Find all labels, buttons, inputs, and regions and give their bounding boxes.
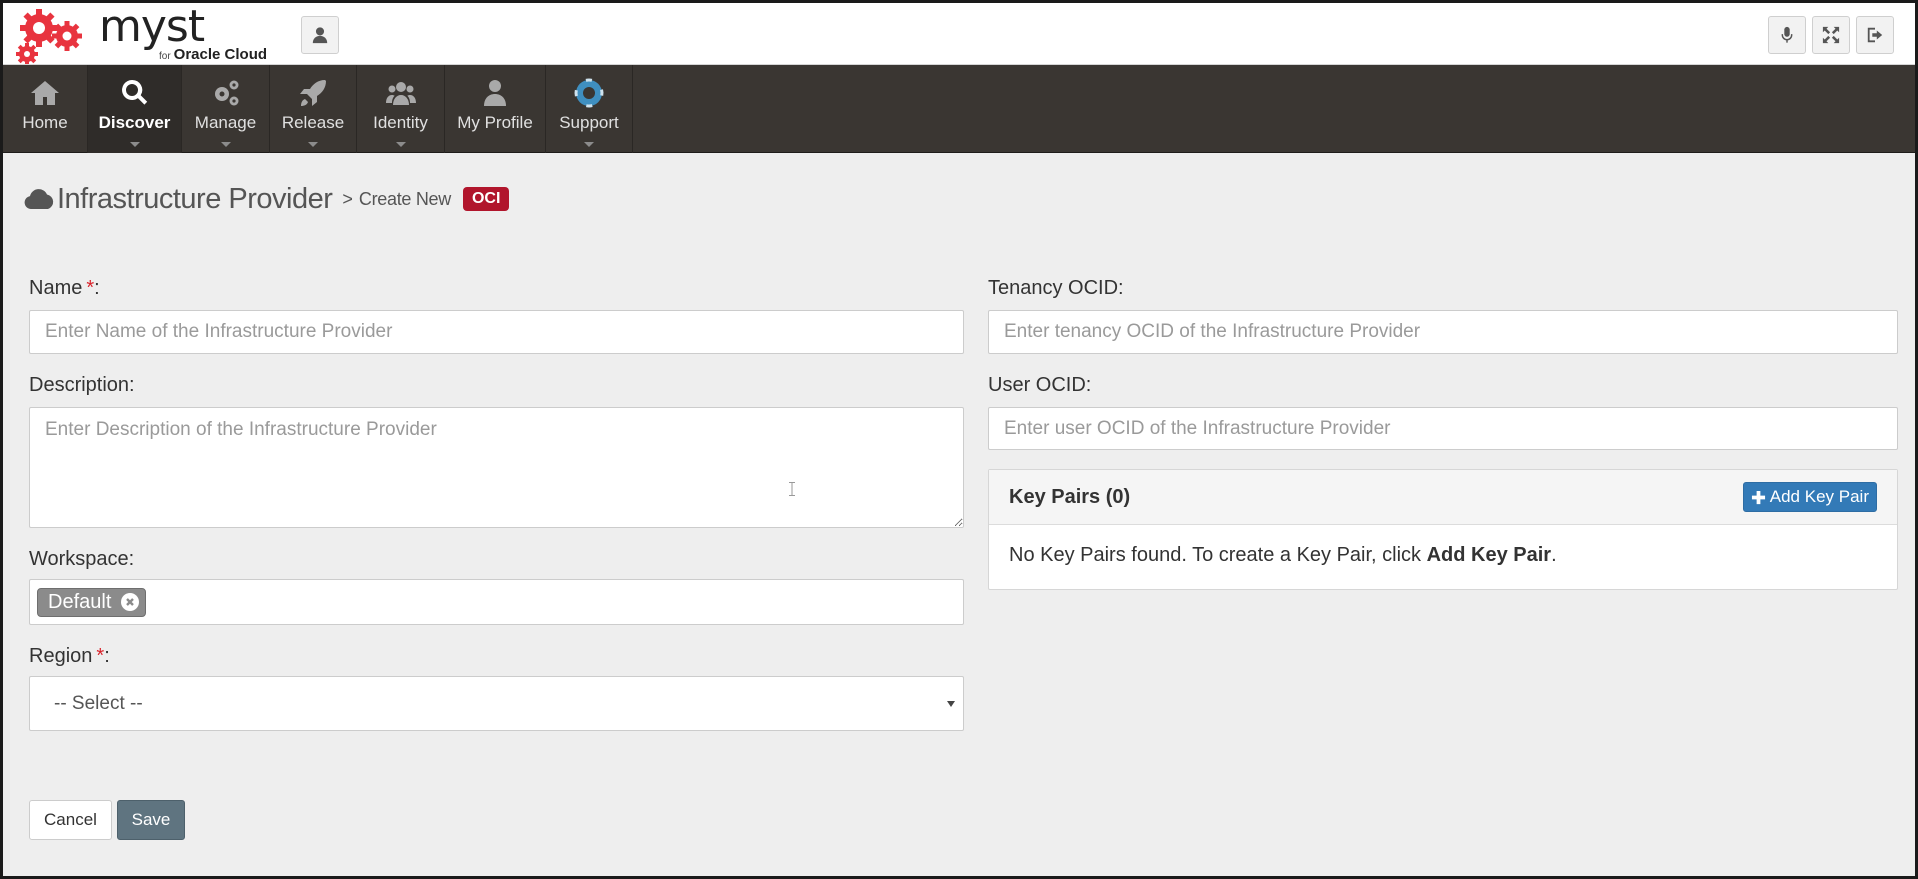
required-marker: * [86, 277, 95, 299]
brand-name: myst [99, 1, 205, 52]
remove-tag-icon[interactable] [121, 593, 140, 611]
name-label-colon: : [94, 277, 100, 299]
empty-message-text: No Key Pairs found. To create a Key Pair… [1009, 544, 1427, 566]
sign-out-button[interactable] [1856, 16, 1894, 54]
user-icon [312, 27, 328, 44]
breadcrumb-separator: > [342, 188, 353, 209]
workspace-multiselect[interactable]: Default [29, 579, 964, 625]
add-key-pair-label: Add Key Pair [1769, 487, 1869, 506]
workspace-tag-default: Default [37, 587, 147, 617]
cancel-button[interactable]: Cancel [29, 800, 112, 840]
nav-item-release[interactable]: Release [270, 65, 357, 153]
page-title-text: Infrastructure Provider [57, 182, 333, 215]
home-icon [31, 81, 59, 105]
name-label: Name *: [29, 277, 100, 300]
plus-icon [1751, 490, 1765, 504]
nav-item-discover[interactable]: Discover [88, 65, 182, 153]
chevron-down-icon [220, 142, 231, 147]
brand-subtitle: for Oracle Cloud [159, 47, 267, 65]
microphone-icon [1781, 26, 1793, 43]
user-menu-button[interactable] [301, 16, 339, 54]
save-button[interactable]: Save [117, 800, 185, 840]
nav-item-support[interactable]: Support [546, 65, 633, 153]
app-window: myst for Oracle Cloud Home Discover Mana… [0, 0, 1918, 879]
nav-item-my-profile[interactable]: My Profile [445, 65, 546, 153]
tenancy-ocid-input[interactable] [988, 310, 1898, 354]
user-ocid-input[interactable] [988, 407, 1898, 450]
app-header: myst for Oracle Cloud [3, 3, 1915, 65]
search-icon [121, 79, 147, 105]
fullscreen-button[interactable] [1812, 16, 1850, 54]
user-ocid-label: User OCID: [988, 374, 1092, 396]
gears-icon [214, 80, 238, 106]
name-label-text: Name [29, 277, 83, 299]
caret-down-icon [947, 701, 955, 707]
key-pairs-empty-message: No Key Pairs found. To create a Key Pair… [989, 525, 1897, 586]
nav-item-label: Support [559, 113, 619, 132]
name-input[interactable] [29, 310, 964, 354]
nav-item-label: Home [22, 113, 68, 132]
region-label: Region *: [29, 645, 110, 668]
sign-out-icon [1867, 27, 1883, 43]
nav-item-label: Release [281, 113, 345, 132]
fullscreen-icon [1822, 26, 1840, 44]
nav-item-label: Identity [373, 113, 428, 132]
nav-item-label: Discover [98, 113, 171, 132]
user-icon [484, 80, 506, 106]
provider-type-badge: OCI [462, 187, 510, 211]
nav-item-home[interactable]: Home [3, 65, 88, 153]
chevron-down-icon [584, 142, 594, 147]
region-label-text: Region [29, 645, 93, 667]
cloud-icon [24, 189, 54, 209]
region-select[interactable]: -- Select -- [29, 676, 964, 731]
region-selected-value: -- Select -- [54, 692, 143, 714]
main-nav: Home Discover Manage Release Identity My… [3, 65, 1915, 153]
chevron-down-icon [129, 142, 140, 147]
page-subtitle: Create New [358, 188, 451, 209]
nav-item-identity[interactable]: Identity [357, 65, 445, 153]
key-pairs-panel: Key Pairs (0) Add Key Pair No Key Pairs … [988, 469, 1898, 590]
chevron-down-icon [395, 142, 406, 147]
nav-item-manage[interactable]: Manage [182, 65, 270, 153]
workspace-tag-label: Default [48, 590, 112, 613]
add-key-pair-button[interactable]: Add Key Pair [1742, 482, 1877, 512]
tenancy-ocid-label: Tenancy OCID: [988, 277, 1124, 299]
brand-sub-for: for [159, 51, 171, 62]
workspace-label: Workspace: [29, 548, 135, 570]
empty-message-suffix: . [1551, 544, 1557, 566]
nav-item-label: My Profile [457, 113, 533, 132]
description-textarea[interactable] [29, 407, 964, 528]
description-label: Description: [29, 374, 135, 396]
voice-button[interactable] [1768, 16, 1806, 54]
empty-message-bold: Add Key Pair [1426, 544, 1552, 566]
page-title: Infrastructure Provider > Create New OCI [23, 181, 510, 217]
text-cursor-icon [789, 482, 795, 496]
brand-sub-cloud: Oracle Cloud [173, 46, 268, 63]
region-label-colon: : [104, 645, 110, 667]
rocket-icon [300, 80, 326, 106]
logo-gears-icon [16, 9, 82, 64]
lifebuoy-icon [574, 78, 604, 108]
nav-item-label: Manage [194, 113, 257, 132]
key-pairs-header: Key Pairs (0) Add Key Pair [989, 470, 1897, 525]
chevron-down-icon [308, 142, 318, 147]
users-icon [385, 82, 416, 105]
key-pairs-title: Key Pairs (0) [1009, 485, 1131, 508]
